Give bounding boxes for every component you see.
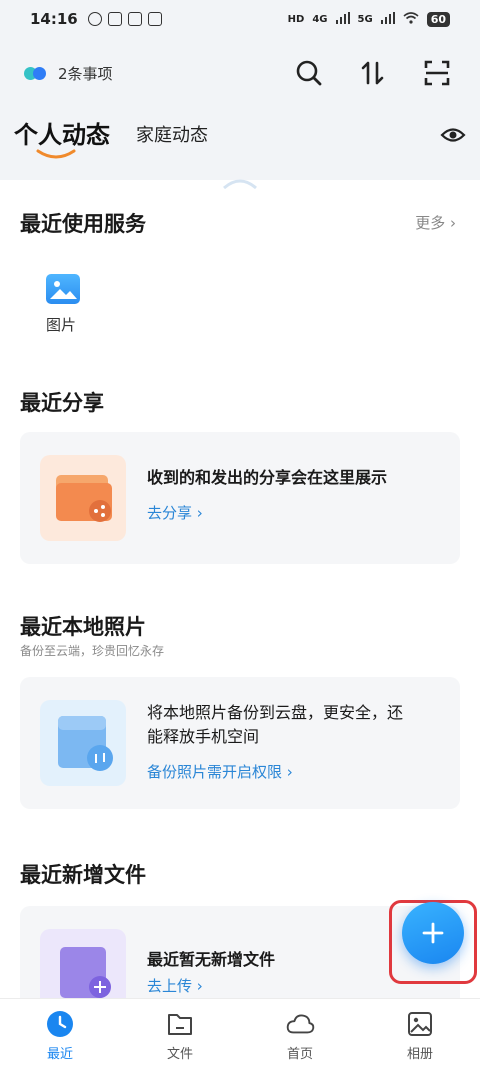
share-folder-icon — [40, 455, 126, 541]
backup-card-line1: 将本地照片备份到云盘，更安全，还 — [147, 703, 404, 722]
recent-services-title: 最近使用服务 — [20, 212, 146, 236]
chevron-right-icon: › — [196, 977, 203, 995]
pending-items[interactable]: 2条事项 — [24, 63, 113, 84]
go-share-link[interactable]: 去分享 › — [147, 502, 203, 523]
status-right: HD 4G 5G 60 — [287, 11, 450, 27]
search-icon[interactable] — [294, 58, 324, 88]
recent-share-card: 收到的和发出的分享会在这里展示 去分享 › — [20, 432, 460, 564]
signal-icon — [335, 11, 350, 27]
battery-indicator: 60 — [426, 11, 450, 27]
eye-icon[interactable] — [440, 125, 466, 145]
5g-signal-label: 5G — [357, 13, 373, 25]
hd-signal-label: HD — [287, 13, 305, 25]
header-actions — [294, 58, 456, 88]
feed-tabs: 个人动态 家庭动态 — [0, 115, 480, 170]
bottom-nav: 最近 文件 首页 相册 — [0, 998, 480, 1070]
upload-file-icon — [40, 929, 126, 998]
recent-share-title: 最近分享 — [20, 391, 104, 415]
album-icon — [405, 1009, 435, 1039]
image-icon — [46, 274, 80, 304]
app-notification-icon — [147, 12, 162, 26]
enable-backup-permission-link[interactable]: 备份照片需开启权限 › — [147, 761, 293, 782]
nav-album[interactable]: 相册 — [360, 999, 480, 1070]
more-services-link[interactable]: 更多 › — [415, 212, 456, 233]
go-share-label: 去分享 — [147, 504, 193, 522]
pending-dots-icon — [24, 65, 50, 81]
tab-personal-feed-label: 个人动态 — [14, 121, 110, 149]
app-notification-icon — [107, 12, 122, 26]
nav-home-label: 首页 — [286, 1047, 313, 1062]
clock-icon — [45, 1009, 75, 1039]
nav-recent[interactable]: 最近 — [0, 999, 120, 1070]
local-photos-card: 将本地照片备份到云盘，更安全，还 能释放手机空间 备份照片需开启权限 › — [20, 677, 460, 809]
pending-items-label: 2条事项 — [58, 64, 113, 83]
app-notification-icon — [127, 12, 142, 26]
wifi-icon — [403, 11, 419, 27]
signal-icon — [380, 11, 395, 27]
status-time: 14:16 — [30, 10, 78, 28]
go-upload-label: 去上传 — [147, 977, 193, 995]
sort-icon[interactable] — [358, 58, 388, 88]
service-item-label: 图片 — [46, 316, 77, 334]
tab-underline-icon — [36, 149, 76, 159]
app-header: 2条事项 — [0, 48, 480, 98]
notification-icon — [87, 12, 102, 26]
service-item-images[interactable]: 图片 — [46, 274, 86, 335]
plus-icon — [422, 922, 444, 944]
enable-backup-label: 备份照片需开启权限 — [147, 763, 283, 781]
scan-icon[interactable] — [422, 58, 452, 88]
local-photos-title: 最近本地照片 — [20, 615, 146, 639]
more-label: 更多 — [415, 214, 446, 232]
cloud-icon — [285, 1009, 315, 1039]
go-upload-link[interactable]: 去上传 › — [147, 975, 203, 996]
status-bar: 14:16 HD 4G 5G 60 — [0, 0, 480, 38]
add-button[interactable] — [402, 902, 464, 964]
nav-files-label: 文件 — [166, 1047, 193, 1062]
backup-card-text: 将本地照片备份到云盘，更安全，还 能释放手机空间 — [147, 701, 403, 749]
recent-files-title: 最近新增文件 — [20, 863, 146, 887]
chevron-right-icon: › — [450, 214, 456, 232]
nav-album-label: 相册 — [406, 1047, 433, 1062]
backup-card-line2: 能释放手机空间 — [147, 727, 260, 746]
4g-signal-label: 4G — [312, 13, 328, 25]
nav-recent-label: 最近 — [46, 1047, 73, 1062]
chevron-right-icon: › — [196, 504, 203, 522]
tab-family-feed[interactable]: 家庭动态 — [136, 121, 208, 147]
chevron-right-icon: › — [286, 763, 293, 781]
nav-files[interactable]: 文件 — [120, 999, 240, 1070]
tab-personal-feed[interactable]: 个人动态 — [14, 115, 110, 159]
no-files-text: 最近暂无新增文件 — [147, 950, 276, 969]
share-card-text: 收到的和发出的分享会在这里展示 — [147, 468, 388, 487]
status-notification-icons — [87, 12, 162, 26]
local-photos-subtitle: 备份至云端，珍贵回忆永存 — [20, 644, 165, 658]
folder-icon — [165, 1009, 195, 1039]
nav-home[interactable]: 首页 — [240, 999, 360, 1070]
loading-spinner-icon — [223, 179, 257, 190]
backup-box-icon — [40, 700, 126, 786]
